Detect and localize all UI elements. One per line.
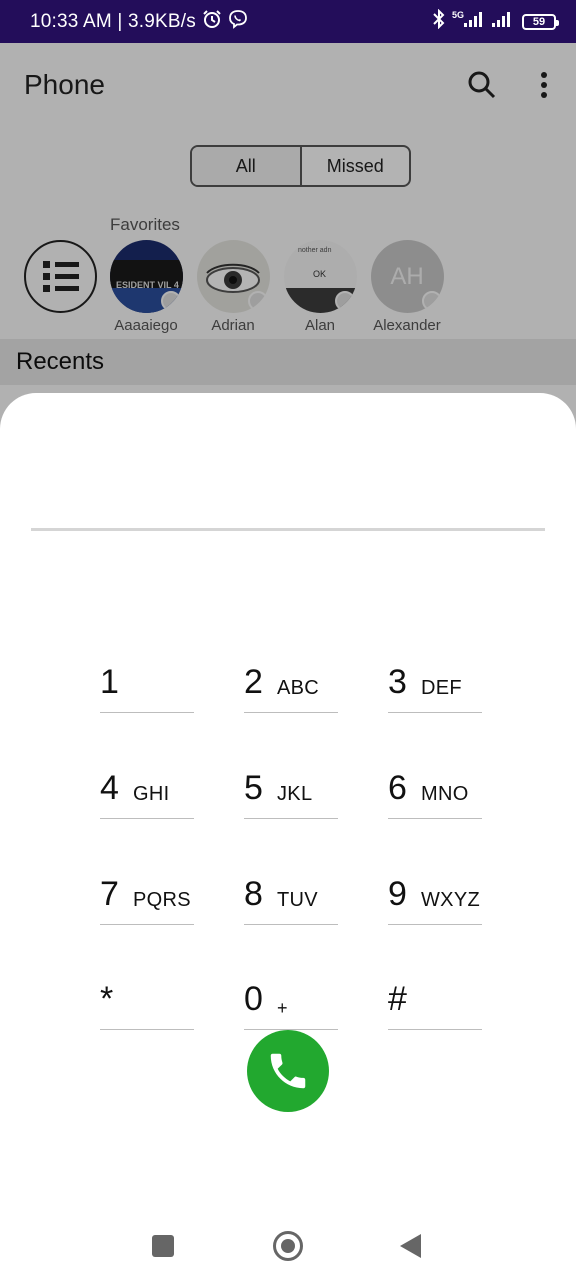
avatar-text: OK bbox=[313, 269, 326, 279]
filter-segmented-control: All Missed bbox=[190, 145, 411, 187]
contacts-list-button[interactable] bbox=[24, 240, 97, 313]
dialpad-sheet: 1 2 ABC 3 DEF 4 GHI 5 JKL 6 MNO 7 PQRS 8… bbox=[0, 393, 576, 1280]
favorite-contact[interactable]: nother adn OK Alan bbox=[283, 240, 357, 334]
avatar-caption: nother adn bbox=[298, 247, 332, 254]
search-icon[interactable] bbox=[466, 69, 498, 101]
contact-badge bbox=[247, 291, 268, 311]
key-digit: 2 bbox=[244, 663, 263, 701]
dial-key-8[interactable]: 8 TUV bbox=[244, 875, 338, 925]
recents-header: Recents bbox=[0, 339, 576, 385]
favorite-contact[interactable]: ESIDENT VIL 4 Aaaaiego bbox=[109, 240, 183, 334]
key-digit: 0 bbox=[244, 980, 263, 1018]
recent-apps-icon[interactable] bbox=[152, 1235, 174, 1257]
signal-5g-icon: 5G bbox=[452, 9, 486, 34]
network-label: 5G bbox=[452, 10, 464, 20]
contact-badge bbox=[421, 291, 442, 311]
key-digit: # bbox=[388, 980, 407, 1018]
dial-key-5[interactable]: 5 JKL bbox=[244, 769, 338, 819]
dial-key-3[interactable]: 3 DEF bbox=[388, 663, 482, 713]
key-digit: 9 bbox=[388, 875, 407, 913]
key-digit: * bbox=[100, 980, 114, 1018]
avatar bbox=[196, 240, 270, 313]
back-icon[interactable] bbox=[400, 1234, 421, 1258]
avatar: AH bbox=[370, 240, 444, 313]
filter-missed[interactable]: Missed bbox=[302, 147, 410, 185]
avatar: nother adn OK bbox=[283, 240, 357, 313]
dial-key-hash[interactable]: # bbox=[388, 980, 482, 1030]
battery-icon: 59 bbox=[522, 13, 559, 30]
dial-key-2[interactable]: 2 ABC bbox=[244, 663, 338, 713]
phone-icon bbox=[270, 1053, 306, 1089]
call-button[interactable] bbox=[247, 1030, 329, 1112]
key-digit: 1 bbox=[100, 663, 119, 701]
key-letters: ABC bbox=[277, 677, 320, 699]
avatar-text: ESIDENT VIL 4 bbox=[116, 280, 179, 290]
key-letters: PQRS bbox=[133, 889, 191, 911]
contact-badge bbox=[334, 291, 355, 311]
key-digit: 8 bbox=[244, 875, 263, 913]
favorite-name: Alexander bbox=[373, 317, 441, 334]
dial-key-6[interactable]: 6 MNO bbox=[388, 769, 482, 819]
key-digit: 7 bbox=[100, 875, 119, 913]
favorite-name: Alan bbox=[304, 317, 336, 334]
viber-icon bbox=[228, 9, 248, 34]
dial-key-star[interactable]: * bbox=[100, 980, 194, 1030]
key-digit: 6 bbox=[388, 769, 407, 807]
favorite-name: Aaaaiego bbox=[114, 317, 178, 334]
home-icon[interactable] bbox=[273, 1231, 303, 1261]
app-title: Phone bbox=[24, 69, 105, 100]
avatar: ESIDENT VIL 4 bbox=[109, 240, 183, 313]
list-icon bbox=[42, 260, 79, 292]
key-letters: + bbox=[277, 998, 288, 1018]
dial-key-0[interactable]: 0 + bbox=[244, 980, 338, 1030]
key-letters: MNO bbox=[421, 783, 469, 805]
filter-all[interactable]: All bbox=[192, 147, 302, 185]
key-digit: 4 bbox=[100, 769, 119, 807]
app-bar: Phone bbox=[0, 43, 576, 127]
recents-title: Recents bbox=[16, 348, 105, 375]
signal-icon bbox=[492, 9, 516, 34]
contact-badge bbox=[160, 291, 181, 311]
key-letters: GHI bbox=[133, 783, 170, 805]
key-letters: JKL bbox=[277, 783, 313, 805]
favorite-name: Adrian bbox=[211, 317, 255, 334]
favorite-contact[interactable]: AH Alexander bbox=[370, 240, 444, 334]
bluetooth-icon bbox=[432, 8, 446, 34]
status-bar: 10:33 AM | 3.9KB/s 5G 59 bbox=[0, 0, 576, 43]
dial-key-1[interactable]: 1 bbox=[100, 663, 194, 713]
phone-number-input[interactable] bbox=[31, 453, 545, 531]
status-time: 10:33 AM | 3.9KB/s bbox=[30, 10, 196, 32]
more-options-icon[interactable] bbox=[530, 69, 558, 101]
dial-key-4[interactable]: 4 GHI bbox=[100, 769, 194, 819]
key-letters: WXYZ bbox=[421, 889, 480, 911]
key-digit: 3 bbox=[388, 663, 407, 701]
key-letters: TUV bbox=[277, 889, 318, 911]
dial-key-9[interactable]: 9 WXYZ bbox=[388, 875, 482, 925]
favorite-contact[interactable]: Adrian bbox=[196, 240, 270, 334]
dial-key-7[interactable]: 7 PQRS bbox=[100, 875, 194, 925]
alarm-icon bbox=[202, 9, 222, 34]
key-letters: DEF bbox=[421, 677, 462, 699]
key-digit: 5 bbox=[244, 769, 263, 807]
system-nav-bar bbox=[0, 1208, 576, 1280]
favorites-label: Favorites bbox=[110, 215, 180, 234]
avatar-initials: AH bbox=[390, 262, 424, 290]
